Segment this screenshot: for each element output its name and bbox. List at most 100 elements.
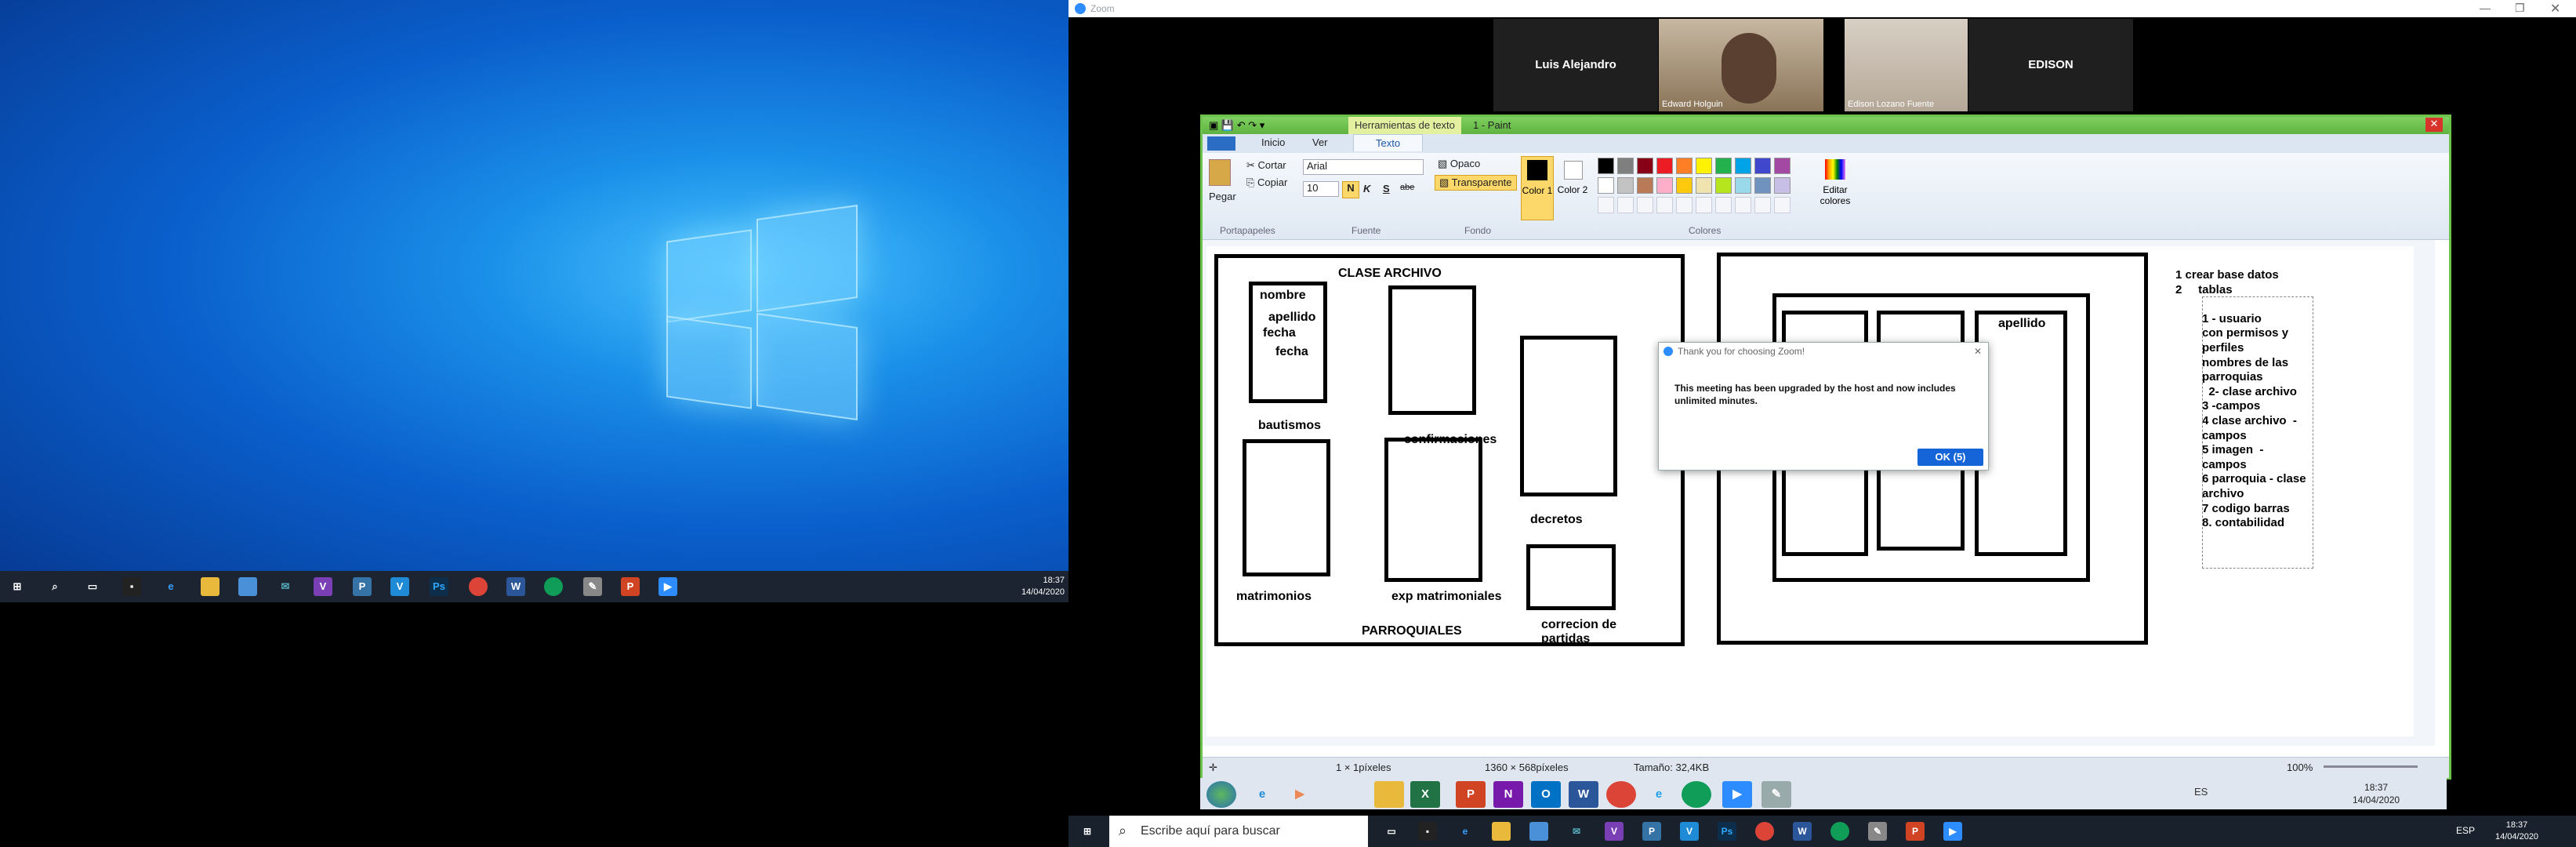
palette-swatch[interactable]	[1656, 177, 1673, 194]
palette-swatch[interactable]	[1598, 177, 1614, 194]
palette-swatch-empty[interactable]	[1774, 197, 1791, 213]
palette-swatch[interactable]	[1715, 177, 1732, 194]
file-menu-button[interactable]	[1207, 136, 1235, 151]
palette-swatch[interactable]	[1637, 158, 1653, 174]
task-view-icon[interactable]: ▭	[1382, 822, 1401, 841]
close-icon[interactable]: ✕	[1974, 343, 1982, 360]
chrome-profile-icon[interactable]	[544, 577, 563, 596]
mail-icon[interactable]: ✉	[276, 577, 295, 596]
excel-icon[interactable]: X	[1410, 781, 1440, 808]
palette-swatch[interactable]	[1617, 177, 1634, 194]
paint-icon[interactable]: ✎	[583, 577, 602, 596]
drawing-canvas[interactable]: CLASE ARCHIVO nombre apellido fecha fech…	[1206, 246, 2414, 736]
start-orb-icon[interactable]	[1206, 781, 1236, 808]
participant-video-tile[interactable]: Edison Lozano Fuente	[1845, 19, 1968, 111]
quick-access-icons[interactable]: ▣ 💾 ↶ ↷ ▾	[1209, 119, 1264, 132]
powerpoint-icon[interactable]: P	[621, 577, 640, 596]
paint-icon[interactable]: ✎	[1761, 781, 1791, 808]
palette-swatch[interactable]	[1598, 158, 1614, 174]
palette-swatch[interactable]	[1696, 177, 1712, 194]
explorer-icon[interactable]	[1374, 781, 1404, 808]
store-icon[interactable]	[238, 577, 257, 596]
outer-clock[interactable]: 18:37 14/04/2020	[2495, 820, 2538, 843]
tab-ver[interactable]: Ver	[1312, 136, 1328, 148]
transparent-button[interactable]: ▧ Transparente	[1435, 175, 1517, 191]
minimize-icon[interactable]: —	[2480, 2, 2491, 14]
close-icon[interactable]: ✕	[2425, 118, 2443, 132]
cut-button[interactable]: ✂ Cortar	[1246, 159, 1286, 172]
left-clock[interactable]: 18:37 14/04/2020	[1010, 575, 1065, 598]
zoom-icon[interactable]: ▶	[1943, 822, 1962, 841]
edge-icon[interactable]: e	[1644, 781, 1674, 808]
font-family-select[interactable]: Arial	[1303, 159, 1424, 175]
participant-tile[interactable]: Luis Alejandro	[1493, 19, 1658, 111]
file-explorer-icon[interactable]	[201, 577, 220, 596]
edit-colors-button[interactable]: Editar colores	[1816, 156, 1855, 219]
file-explorer-icon[interactable]	[1492, 822, 1511, 841]
photoshop-icon[interactable]: Ps	[430, 577, 448, 596]
onenote-icon[interactable]: N	[1493, 781, 1523, 808]
python-icon[interactable]: P	[353, 577, 372, 596]
palette-swatch-empty[interactable]	[1676, 197, 1693, 213]
zoom-icon[interactable]: ▶	[1722, 781, 1752, 808]
chrome-icon[interactable]	[1606, 781, 1636, 808]
maximize-icon[interactable]: ❐	[2515, 2, 2525, 15]
font-size-select[interactable]: 10	[1303, 181, 1339, 197]
powerpoint-icon[interactable]: P	[1906, 822, 1925, 841]
palette-swatch-empty[interactable]	[1696, 197, 1712, 213]
powerpoint-icon[interactable]: P	[1456, 781, 1486, 808]
bold-button[interactable]: N	[1342, 181, 1359, 198]
participant-tile[interactable]: EDISON	[1968, 19, 2133, 111]
participant-video-tile[interactable]: Edward Holguin	[1659, 19, 1823, 111]
visual-studio-icon[interactable]: V	[1605, 822, 1624, 841]
palette-swatch-empty[interactable]	[1754, 197, 1771, 213]
zoom-icon[interactable]: ▶	[659, 577, 677, 596]
palette-swatch[interactable]	[1715, 158, 1732, 174]
palette-swatch[interactable]	[1774, 158, 1791, 174]
terminal-icon[interactable]: ▪	[122, 577, 141, 596]
palette-swatch[interactable]	[1735, 158, 1751, 174]
color2-button[interactable]: Color 2	[1557, 156, 1588, 219]
edge-icon[interactable]: e	[161, 577, 180, 596]
italic-button[interactable]: K	[1363, 183, 1370, 194]
visual-studio-icon[interactable]: V	[314, 577, 332, 596]
store-icon[interactable]	[1529, 822, 1548, 841]
language-indicator[interactable]: ES	[2194, 786, 2208, 798]
terminal-icon[interactable]: ▪	[1418, 822, 1437, 841]
palette-swatch[interactable]	[1676, 177, 1693, 194]
color1-button[interactable]: Color 1	[1521, 156, 1554, 220]
chrome-icon[interactable]	[1755, 822, 1774, 841]
palette-swatch[interactable]	[1617, 158, 1634, 174]
palette-swatch[interactable]	[1696, 158, 1712, 174]
palette-swatch[interactable]	[1676, 158, 1693, 174]
palette-swatch[interactable]	[1774, 177, 1791, 194]
photoshop-icon[interactable]: Ps	[1718, 822, 1736, 841]
palette-swatch-empty[interactable]	[1715, 197, 1732, 213]
copy-button[interactable]: ⎘ Copiar	[1246, 176, 1287, 189]
tab-texto[interactable]: Texto	[1353, 134, 1424, 151]
palette-swatch[interactable]	[1754, 177, 1771, 194]
palette-swatch-empty[interactable]	[1637, 197, 1653, 213]
palette-swatch[interactable]	[1637, 177, 1653, 194]
vscode-icon[interactable]: V	[390, 577, 409, 596]
outlook-icon[interactable]: O	[1531, 781, 1561, 808]
chrome-icon[interactable]	[469, 577, 488, 596]
start-icon[interactable]: ⊞	[1078, 822, 1097, 841]
zoom-slider[interactable]	[2324, 765, 2418, 768]
chrome-profile-icon[interactable]	[1830, 822, 1849, 841]
tab-inicio[interactable]: Inicio	[1261, 136, 1285, 148]
palette-swatch-empty[interactable]	[1617, 197, 1634, 213]
word-icon[interactable]: W	[506, 577, 525, 596]
search-box[interactable]: ⌕ Escribe aquí para buscar	[1109, 816, 1368, 847]
paste-icon[interactable]	[1209, 159, 1231, 186]
search-icon[interactable]: ⌕	[45, 577, 64, 596]
opaque-button[interactable]: ▧ Opaco	[1438, 158, 1480, 170]
ok-button[interactable]: OK (5)	[1917, 449, 1983, 466]
text-selection-box[interactable]	[2202, 296, 2313, 569]
palette-swatch-empty[interactable]	[1598, 197, 1614, 213]
vscode-icon[interactable]: V	[1680, 822, 1699, 841]
strikethrough-button[interactable]: abe	[1400, 183, 1414, 192]
palette-swatch-empty[interactable]	[1735, 197, 1751, 213]
python-icon[interactable]: P	[1642, 822, 1661, 841]
media-player-icon[interactable]: ▶	[1285, 781, 1315, 808]
